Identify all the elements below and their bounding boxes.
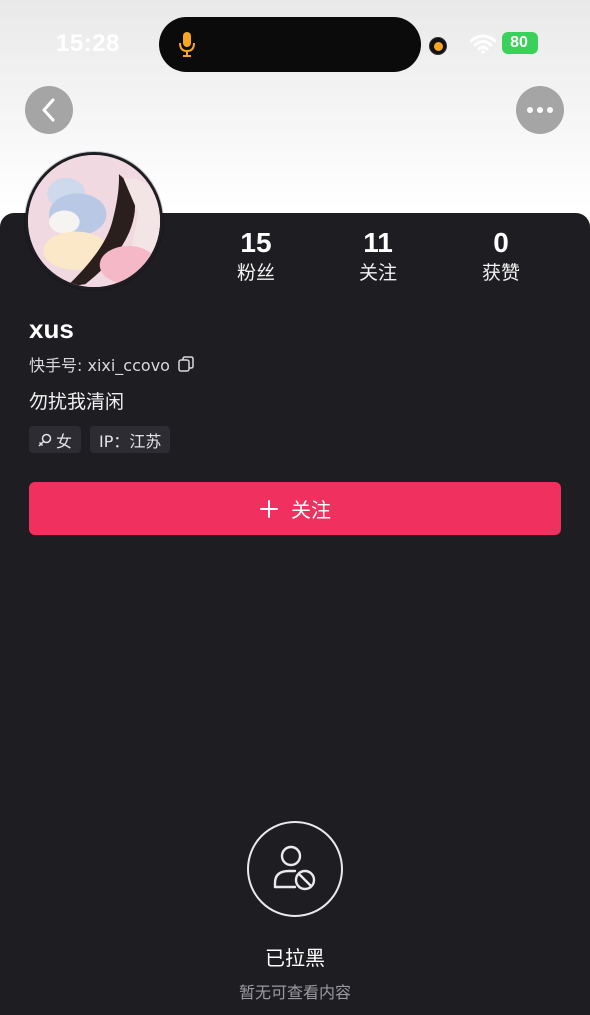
- blocked-subtitle: 暂无可查看内容: [238, 983, 351, 1002]
- copy-icon[interactable]: [178, 356, 194, 372]
- kuaishou-id: 快手号: xixi_ccovo: [29, 356, 170, 375]
- avatar-image: [28, 155, 160, 287]
- avatar[interactable]: [25, 152, 163, 290]
- following-label: 关注: [358, 262, 397, 284]
- bio: 勿扰我清闲: [29, 391, 125, 413]
- blocked-title: 已拉黑: [265, 946, 325, 970]
- wifi-icon: [470, 34, 496, 54]
- status-time: 15:28: [56, 30, 120, 57]
- ip-tag: IP：江苏: [90, 426, 171, 453]
- recording-indicator-icon: [429, 37, 447, 55]
- back-button[interactable]: [25, 86, 73, 134]
- likes-count: 0: [493, 227, 509, 258]
- follow-button[interactable]: 关注: [29, 482, 561, 535]
- stat-likes[interactable]: 0 获赞: [451, 228, 551, 286]
- chevron-left-icon: [42, 98, 55, 122]
- blocked-user-icon: [247, 821, 343, 917]
- fans-label: 粉丝: [236, 262, 275, 284]
- stat-fans[interactable]: 15 粉丝: [206, 228, 306, 286]
- female-icon: [38, 433, 52, 447]
- kuaishou-id-row: 快手号: xixi_ccovo: [29, 352, 194, 376]
- profile-tags: 女 IP：江苏: [29, 426, 171, 453]
- more-dots-icon: [527, 107, 553, 113]
- stat-following[interactable]: 11 关注: [328, 228, 428, 286]
- ip-label: IP：江苏: [99, 431, 162, 451]
- microphone-icon: [179, 32, 195, 57]
- user-blocked-icon: [273, 845, 316, 891]
- fans-count: 15: [240, 227, 272, 258]
- battery-icon: 80: [502, 32, 538, 54]
- likes-label: 获赞: [481, 262, 520, 284]
- follow-button-label: 关注: [291, 498, 331, 522]
- more-button[interactable]: [516, 86, 564, 134]
- following-count: 11: [363, 227, 393, 258]
- username: xus: [29, 314, 74, 344]
- plus-icon: [260, 499, 278, 518]
- gender-label: 女: [56, 431, 73, 451]
- battery-level: 80: [510, 34, 528, 51]
- dynamic-island: [159, 17, 421, 72]
- gender-tag: 女: [29, 426, 82, 453]
